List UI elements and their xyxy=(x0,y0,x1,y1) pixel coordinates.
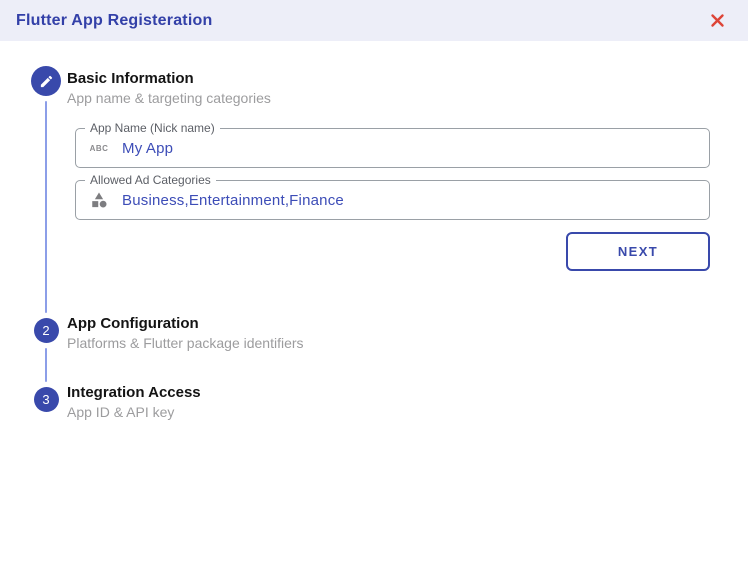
step-integration-access: 3 Integration Access App ID & API key xyxy=(31,384,721,421)
step-3-number: 3 xyxy=(42,392,50,407)
app-name-field[interactable]: App Name (Nick name) ABC xyxy=(75,122,710,168)
step-3-title: Integration Access xyxy=(67,384,201,401)
step-2-number: 2 xyxy=(42,323,50,338)
next-button-row: NEXT xyxy=(75,232,710,271)
step-1-icon-column xyxy=(31,66,61,318)
step-3-icon-column: 3 xyxy=(31,387,61,421)
app-name-input[interactable] xyxy=(122,139,697,157)
step-1-circle xyxy=(31,66,61,96)
edit-pencil-icon xyxy=(39,74,54,89)
ad-categories-field[interactable]: Allowed Ad Categories xyxy=(75,174,710,220)
abc-icon: ABC xyxy=(89,143,109,153)
ad-categories-input[interactable] xyxy=(122,191,697,209)
connector-line-2 xyxy=(45,348,47,382)
dialog-title: Flutter App Registeration xyxy=(16,11,213,29)
ad-categories-label: Allowed Ad Categories xyxy=(85,174,216,187)
step-basic-information: Basic Information App name & targeting c… xyxy=(31,66,721,318)
dialog-header: Flutter App Registeration xyxy=(0,0,748,41)
category-icon xyxy=(88,191,110,209)
step-app-configuration: 2 App Configuration Platforms & Flutter … xyxy=(31,315,721,387)
close-icon xyxy=(710,13,725,28)
step-3-subtitle: App ID & API key xyxy=(67,404,175,420)
step-2-circle: 2 xyxy=(33,318,59,343)
next-button[interactable]: NEXT xyxy=(566,232,710,271)
step-1-subtitle: App name & targeting categories xyxy=(67,90,271,106)
stepper: Basic Information App name & targeting c… xyxy=(31,66,721,421)
step-1-title: Basic Information xyxy=(67,70,194,87)
connector-line-1 xyxy=(45,101,47,313)
basic-info-form: App Name (Nick name) ABC Allowed Ad Cate… xyxy=(75,122,710,271)
step-2-subtitle: Platforms & Flutter package identifiers xyxy=(67,335,304,351)
close-button[interactable] xyxy=(706,10,728,32)
step-2-icon-column: 2 xyxy=(31,318,61,387)
app-name-label: App Name (Nick name) xyxy=(85,122,220,135)
step-2-title: App Configuration xyxy=(67,315,199,332)
step-3-circle: 3 xyxy=(33,387,59,412)
